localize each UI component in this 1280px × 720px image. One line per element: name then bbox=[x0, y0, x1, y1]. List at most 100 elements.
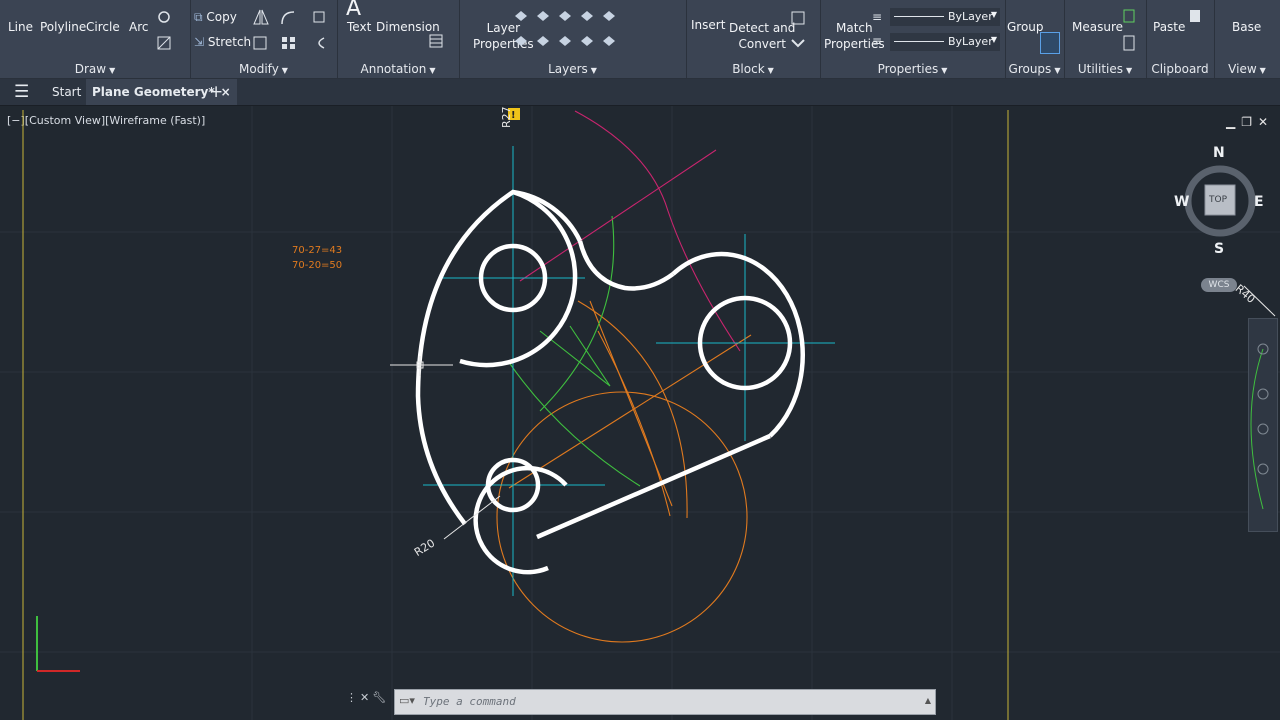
command-line[interactable]: ▭▾ Type a command ▲ bbox=[394, 689, 936, 715]
linetype-select-value: ByLayer bbox=[948, 35, 993, 48]
linetype-select[interactable]: ByLayer ▼ bbox=[890, 33, 1000, 51]
caret-down-icon[interactable]: ▼ bbox=[109, 66, 115, 75]
close-icon[interactable]: ✕ bbox=[1258, 115, 1274, 129]
modify-panel-title[interactable]: Modify bbox=[239, 62, 279, 76]
menu-icon[interactable]: ☰ bbox=[14, 79, 29, 105]
measure-button[interactable]: Measure bbox=[1072, 20, 1123, 34]
drawing-canvas[interactable]: ! bbox=[0, 106, 1280, 720]
measure-label: Measure bbox=[1072, 20, 1123, 34]
utilities-panel-title[interactable]: Utilities bbox=[1078, 62, 1123, 76]
draw-panel-title[interactable]: Draw bbox=[75, 62, 106, 76]
color-select-value: ByLayer bbox=[948, 10, 993, 23]
caret-down-icon[interactable]: ▼ bbox=[941, 66, 947, 75]
caret-down-icon[interactable]: ▼ bbox=[1260, 66, 1266, 75]
navigation-bar[interactable] bbox=[1248, 318, 1278, 532]
group-select-icon[interactable] bbox=[1040, 32, 1060, 54]
paste-button[interactable]: Paste bbox=[1153, 20, 1185, 34]
group-label: Group bbox=[1007, 20, 1044, 34]
caret-down-icon[interactable]: ▼ bbox=[1054, 66, 1060, 75]
annotation-panel-title[interactable]: Annotation bbox=[361, 62, 427, 76]
panel-utilities: Measure Utilities ▼ bbox=[1064, 0, 1147, 78]
group-button[interactable]: Group bbox=[1007, 20, 1044, 34]
calculator-icon[interactable] bbox=[1122, 8, 1136, 52]
command-scroll-icon[interactable]: ▲ bbox=[925, 696, 931, 705]
wcs-menu[interactable]: WCS bbox=[1201, 278, 1237, 292]
caret-down-icon[interactable]: ▼ bbox=[429, 66, 435, 75]
clipboard-panel-title: Clipboard bbox=[1151, 62, 1209, 76]
arc-right-outer bbox=[671, 251, 805, 438]
dimension-label: Dimension bbox=[376, 20, 440, 34]
ucs-icon bbox=[36, 616, 80, 672]
groups-panel-title[interactable]: Groups bbox=[1009, 62, 1052, 76]
rectangle-icon[interactable] bbox=[155, 8, 173, 26]
panel-modify: ⧉ Copy ⇲ Stretch Modify ▼ bbox=[190, 0, 338, 78]
construction-line bbox=[589, 300, 673, 507]
viewcube-top-face[interactable]: TOP bbox=[1209, 195, 1227, 205]
arc-label: Arc bbox=[129, 20, 149, 34]
circle-button[interactable]: Circle bbox=[86, 20, 120, 34]
tab-active-label: Plane Geometery* bbox=[92, 85, 215, 99]
tangent-line bbox=[536, 433, 771, 540]
command-input[interactable]: Type a command bbox=[423, 695, 516, 708]
copy-clip-icon[interactable] bbox=[1188, 8, 1202, 24]
layer-tools-icon[interactable] bbox=[513, 8, 673, 48]
dimension-button[interactable]: Dimension bbox=[376, 20, 440, 34]
caret-down-icon[interactable]: ▼ bbox=[591, 66, 597, 75]
close-icon[interactable]: ✕ bbox=[360, 691, 372, 704]
text-icon[interactable]: A bbox=[346, 0, 361, 21]
panel-block: Insert Detect and Convert Block ▼ bbox=[686, 0, 821, 78]
add-tab-icon[interactable]: + bbox=[209, 79, 223, 105]
construction-line bbox=[508, 334, 752, 489]
detect-convert-button[interactable]: Detect and Convert bbox=[729, 20, 795, 52]
compass-e[interactable]: E bbox=[1254, 194, 1264, 210]
text-button[interactable]: Text bbox=[347, 20, 371, 34]
compass-s[interactable]: S bbox=[1214, 241, 1224, 257]
panel-annotation: A Text Dimension Annotation ▼ bbox=[337, 0, 460, 78]
arc-button[interactable]: Arc bbox=[129, 20, 148, 34]
viewport-window-controls: ▁❐✕ bbox=[1226, 115, 1274, 129]
copy-button[interactable]: ⧉ Copy bbox=[194, 10, 237, 25]
panel-clipboard: Paste Clipboard bbox=[1146, 0, 1215, 78]
layers-panel-title[interactable]: Layers bbox=[548, 62, 588, 76]
block-edit-icon[interactable] bbox=[790, 10, 806, 50]
line-button[interactable]: Line bbox=[8, 20, 33, 34]
ribbon: Line Polyline Circle Arc Draw ▼ ⧉ Copy ⇲ … bbox=[0, 0, 1280, 79]
grid bbox=[0, 106, 1280, 720]
minimize-icon[interactable]: ▁ bbox=[1226, 115, 1241, 129]
compass-n[interactable]: N bbox=[1213, 145, 1225, 161]
viewcube[interactable]: N S E W TOP bbox=[1174, 145, 1264, 257]
base-label: Base bbox=[1232, 20, 1262, 34]
insert-label: Insert bbox=[691, 18, 726, 32]
calc-note-2[interactable]: 70-20=50 bbox=[292, 260, 342, 271]
construction-circle bbox=[496, 391, 748, 643]
customize-icon[interactable]: 🔧︎ bbox=[372, 691, 389, 704]
dim-r27[interactable]: R27 bbox=[500, 106, 513, 128]
polyline-button[interactable]: Polyline bbox=[40, 20, 86, 34]
table-icon[interactable] bbox=[429, 34, 443, 48]
arc-bottom-outer bbox=[473, 465, 568, 575]
base-button[interactable]: Base bbox=[1232, 20, 1261, 34]
circle-label: Circle bbox=[86, 20, 120, 34]
caret-down-icon[interactable]: ▼ bbox=[282, 66, 288, 75]
tab-start[interactable]: Start bbox=[52, 79, 81, 105]
stretch-label: Stretch bbox=[207, 35, 252, 49]
color-select[interactable]: ByLayer ▼ bbox=[890, 8, 1000, 26]
stretch-button[interactable]: ⇲ Stretch bbox=[194, 35, 251, 49]
view-panel-title[interactable]: View bbox=[1228, 62, 1256, 76]
hatch-icon[interactable] bbox=[155, 34, 173, 52]
restore-icon[interactable]: ❐ bbox=[1241, 115, 1258, 129]
command-history-icon[interactable]: ▭▾ bbox=[399, 694, 415, 707]
block-panel-title[interactable]: Block bbox=[732, 62, 764, 76]
caret-down-icon[interactable]: ▼ bbox=[768, 66, 774, 75]
calc-note-1[interactable]: 70-27=43 bbox=[292, 245, 342, 256]
panel-view: Base View ▼ bbox=[1214, 0, 1280, 78]
caret-down-icon[interactable]: ▼ bbox=[1126, 66, 1132, 75]
properties-panel-title[interactable]: Properties bbox=[878, 62, 939, 76]
construction-arc-green bbox=[539, 215, 615, 412]
arc-top-outer bbox=[459, 189, 578, 368]
compass-w[interactable]: W bbox=[1174, 194, 1189, 210]
detect-label-1: Detect and bbox=[729, 21, 796, 35]
drag-handle-icon[interactable]: ⋮ bbox=[346, 691, 360, 704]
panel-draw: Line Polyline Circle Arc Draw ▼ bbox=[0, 0, 191, 78]
insert-button[interactable]: Insert bbox=[691, 18, 725, 32]
